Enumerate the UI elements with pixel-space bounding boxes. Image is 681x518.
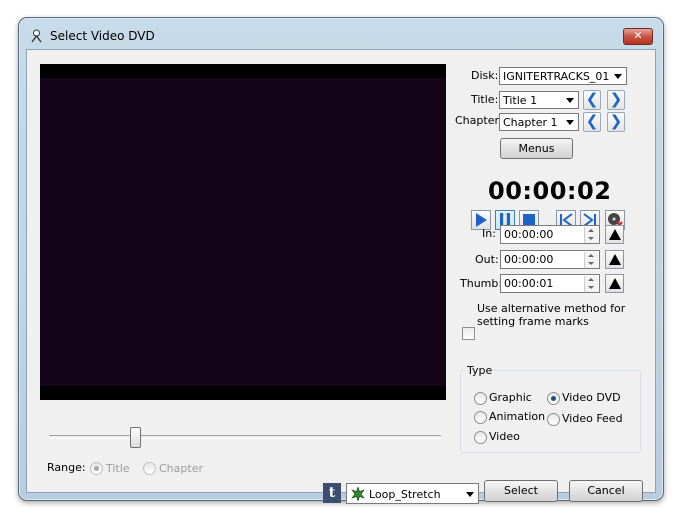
title-select[interactable]: Title 1 bbox=[499, 91, 579, 109]
spin-up-icon[interactable] bbox=[584, 276, 598, 284]
alt-method-label-2: setting frame marks bbox=[477, 315, 589, 328]
thumb-time-field[interactable]: 00:00:01 bbox=[500, 274, 600, 293]
timecode-display: 00:00:02 bbox=[488, 177, 612, 205]
chapter-select[interactable]: Chapter 1 bbox=[499, 113, 579, 131]
type-label-graphic: Graphic bbox=[489, 391, 532, 404]
type-radio-graphic[interactable] bbox=[474, 392, 487, 405]
type-label-video: Video bbox=[489, 430, 520, 443]
video-frame bbox=[40, 78, 446, 386]
transition-badge-icon: t bbox=[323, 483, 341, 503]
letterbox-bottom bbox=[40, 386, 446, 400]
dialog-body: Disk: IGNITERTRACKS_01 Title: Title 1 ❮ … bbox=[26, 49, 656, 504]
alt-method-label-1: Use alternative method for bbox=[477, 302, 626, 315]
menus-button[interactable]: Menus bbox=[500, 138, 573, 159]
type-radio-animation[interactable] bbox=[474, 411, 487, 424]
spin-down-icon[interactable] bbox=[584, 260, 598, 268]
thumb-label: Thumb: bbox=[460, 277, 503, 290]
type-radio-video-dvd[interactable] bbox=[547, 392, 560, 405]
transition-value: Loop_Stretch bbox=[369, 488, 441, 501]
position-slider-thumb[interactable] bbox=[130, 427, 141, 448]
disk-value: IGNITERTRACKS_01 bbox=[503, 70, 610, 83]
type-label-animation: Animation bbox=[489, 410, 546, 423]
window-title: Select Video DVD bbox=[50, 29, 155, 43]
out-time-field[interactable]: 00:00:00 bbox=[500, 250, 600, 269]
spin-up-icon[interactable] bbox=[584, 227, 598, 235]
select-button[interactable]: Select bbox=[484, 480, 558, 502]
out-label: Out: bbox=[475, 253, 499, 266]
alt-method-checkbox[interactable] bbox=[462, 327, 475, 340]
chapter-value: Chapter 1 bbox=[503, 116, 558, 129]
title-label: Title: bbox=[471, 93, 499, 106]
in-time-value: 00:00:00 bbox=[504, 228, 554, 241]
video-preview bbox=[40, 64, 446, 400]
title-next-button[interactable]: ❯ bbox=[607, 90, 625, 110]
range-label: Range: bbox=[47, 461, 86, 474]
chevron-down-icon bbox=[566, 120, 574, 125]
starburst-icon bbox=[351, 487, 365, 501]
range-label-title: Title bbox=[106, 462, 130, 475]
type-label-video-dvd: Video DVD bbox=[562, 391, 621, 404]
set-thumb-mark-button[interactable] bbox=[605, 274, 624, 293]
type-label-video-feed: Video Feed bbox=[562, 412, 623, 425]
type-radio-video-feed[interactable] bbox=[547, 413, 560, 426]
type-radio-video[interactable] bbox=[474, 431, 487, 444]
close-button[interactable]: ✕ bbox=[623, 28, 653, 45]
cancel-button[interactable]: Cancel bbox=[569, 480, 643, 502]
transition-select[interactable]: Loop_Stretch bbox=[346, 483, 479, 504]
thumb-time-value: 00:00:01 bbox=[504, 277, 554, 290]
title-value: Title 1 bbox=[503, 94, 538, 107]
title-prev-button[interactable]: ❮ bbox=[583, 90, 601, 110]
spin-up-icon[interactable] bbox=[584, 252, 598, 260]
range-radio-title[interactable] bbox=[90, 462, 103, 475]
in-time-field[interactable]: 00:00:00 bbox=[500, 225, 600, 244]
chapter-label: Chapter bbox=[455, 114, 499, 127]
chevron-down-icon bbox=[614, 74, 622, 79]
set-out-mark-button[interactable] bbox=[605, 250, 624, 269]
set-in-mark-button[interactable] bbox=[605, 225, 624, 244]
in-label: In: bbox=[482, 227, 496, 240]
letterbox-top bbox=[40, 64, 446, 78]
chevron-down-icon bbox=[466, 492, 474, 497]
type-group-title: Type bbox=[465, 364, 495, 377]
app-icon bbox=[31, 29, 42, 43]
position-slider-track[interactable] bbox=[49, 435, 441, 439]
chapter-next-button[interactable]: ❯ bbox=[607, 112, 625, 132]
dialog-window: Select Video DVD ✕ Disk: IGNITERTRACKS_0… bbox=[18, 17, 664, 504]
disk-select[interactable]: IGNITERTRACKS_01 bbox=[499, 67, 627, 85]
range-label-chapter: Chapter bbox=[159, 462, 203, 475]
spin-down-icon[interactable] bbox=[584, 235, 598, 243]
range-radio-chapter[interactable] bbox=[143, 462, 156, 475]
disk-label: Disk: bbox=[471, 69, 499, 82]
chevron-down-icon bbox=[566, 98, 574, 103]
out-time-value: 00:00:00 bbox=[504, 253, 554, 266]
chapter-prev-button[interactable]: ❮ bbox=[583, 112, 601, 132]
spin-down-icon[interactable] bbox=[584, 284, 598, 292]
